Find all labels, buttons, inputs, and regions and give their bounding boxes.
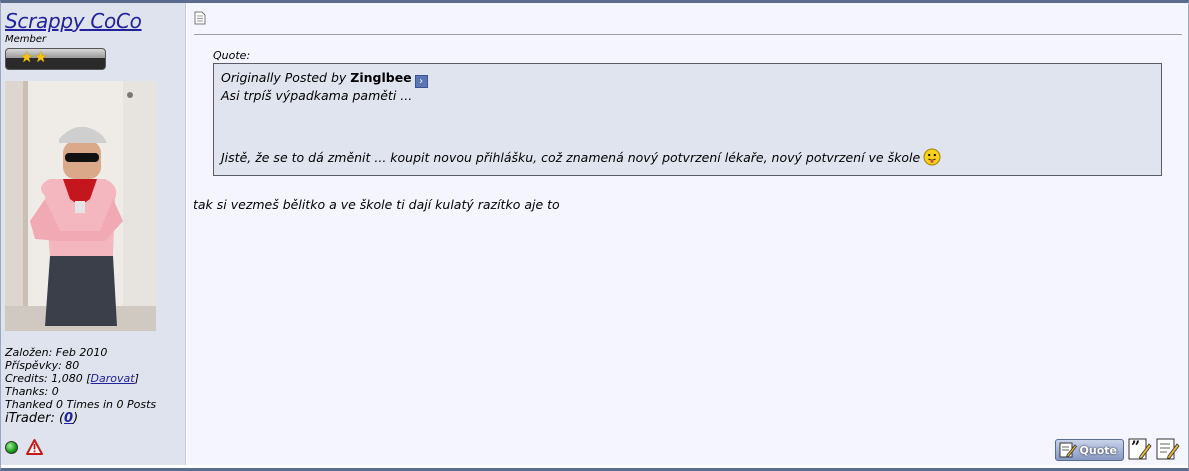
quote-box: Originally Posted by Zinglbee › Asi trpíš… bbox=[213, 63, 1162, 176]
post-body: tak si vezmeš bělitko a ve škole ti dají… bbox=[193, 197, 560, 212]
donate-link[interactable]: Darovat bbox=[91, 372, 135, 385]
quote-text: Asi trpíš výpadkama paměti ... bbox=[221, 88, 413, 103]
user-title: Member bbox=[5, 34, 47, 45]
post-content: Quote: Originally Posted by Zinglbee › As… bbox=[187, 3, 1187, 465]
avatar bbox=[5, 81, 156, 331]
quick-reply-icon[interactable] bbox=[1156, 437, 1180, 461]
post-count: Příspěvky: 80 bbox=[5, 359, 80, 372]
join-date: Založen: Feb 2010 bbox=[5, 346, 108, 359]
itrader: iTrader: (0) bbox=[5, 411, 79, 426]
multi-quote-icon[interactable]: ” bbox=[1128, 437, 1152, 461]
online-dot-icon bbox=[5, 440, 18, 454]
star-icon: ★ bbox=[34, 48, 48, 66]
itrader-score-link[interactable]: 0 bbox=[64, 411, 73, 426]
username-link[interactable]: Scrappy CoCo bbox=[5, 9, 142, 33]
thanked-count: Thanked 0 Times in 0 Posts bbox=[5, 398, 157, 411]
rank-badge: ★ ★ bbox=[5, 48, 106, 70]
post-actions: Quote ” bbox=[1054, 437, 1180, 461]
quote-button[interactable]: Quote bbox=[1054, 439, 1124, 461]
status-icons bbox=[5, 439, 43, 455]
warning-triangle-icon[interactable] bbox=[26, 439, 43, 455]
quote-attribution: Originally Posted by Zinglbee › bbox=[221, 70, 1154, 88]
credits: Credits: 1,080 [Darovat] bbox=[5, 372, 139, 385]
user-info-panel: Scrappy CoCo Member ★ ★ Založen: Feb 201… bbox=[1, 3, 186, 465]
quote-label: Quote: bbox=[213, 49, 251, 62]
thanks-count: Thanks: 0 bbox=[5, 385, 59, 398]
separator bbox=[194, 34, 1182, 35]
post-icon bbox=[194, 11, 206, 25]
quote-pencil-icon bbox=[1059, 442, 1077, 458]
quote-reply-text: Jistě, že se to dá změnit ... koupit nov… bbox=[221, 148, 941, 166]
tongue-smiley-icon bbox=[923, 148, 941, 166]
star-icon: ★ bbox=[20, 48, 34, 66]
svg-text:”: ” bbox=[1131, 437, 1140, 456]
quote-author: Zinglbee bbox=[350, 70, 412, 85]
view-post-icon[interactable]: › bbox=[414, 75, 428, 88]
user-stats: Založen: Feb 2010 Příspěvky: 80 Credits:… bbox=[5, 346, 156, 425]
